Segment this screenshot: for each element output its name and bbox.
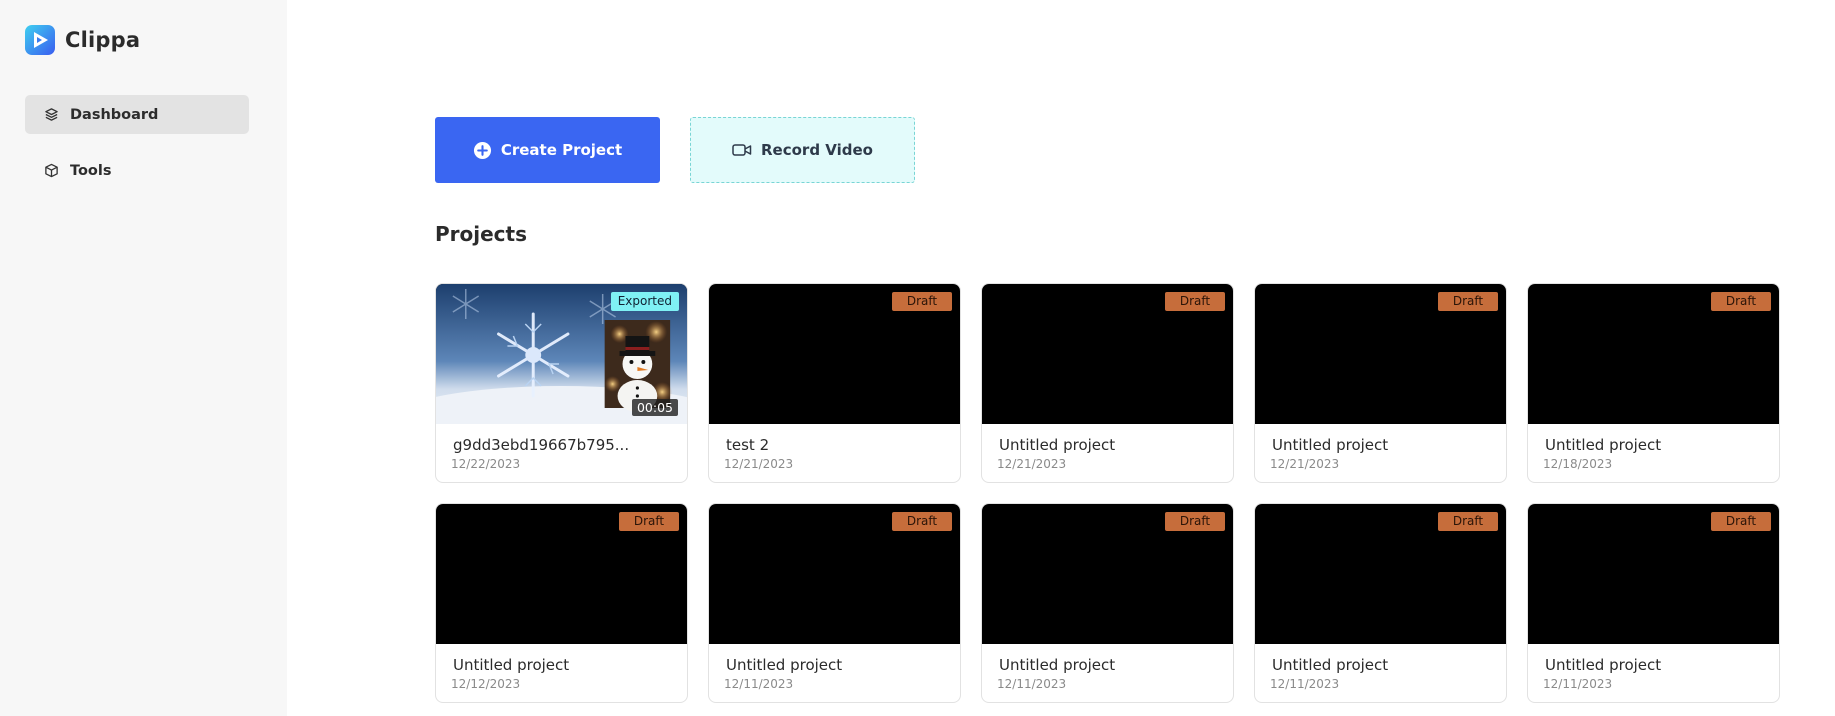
project-card[interactable]: Draft Untitled project 12/11/2023 [981,503,1234,703]
project-name: Untitled project [453,656,570,674]
project-thumbnail: Draft [436,504,687,644]
project-date: 12/12/2023 [451,677,521,691]
project-thumbnail: Draft [1528,504,1779,644]
project-thumbnail: Draft [709,504,960,644]
create-project-button[interactable]: Create Project [435,117,660,183]
project-card[interactable]: Draft Untitled project 12/21/2023 [1254,283,1507,483]
project-date: 12/21/2023 [1270,457,1340,471]
status-badge: Exported [610,292,679,311]
project-date: 12/11/2023 [1543,677,1613,691]
projects-heading: Projects [435,222,528,246]
video-camera-icon [732,142,752,158]
sidebar-item-tools[interactable]: Tools [25,151,249,190]
record-video-button[interactable]: Record Video [690,117,915,183]
project-thumbnail: Draft [1255,504,1506,644]
sidebar-item-label: Tools [70,162,112,179]
status-badge: Draft [1165,292,1225,311]
project-date: 12/11/2023 [1270,677,1340,691]
sidebar-item-dashboard[interactable]: Dashboard [25,95,249,134]
project-name: Untitled project [726,656,843,674]
project-card[interactable]: Draft test 2 12/21/2023 [708,283,961,483]
sidebar-item-label: Dashboard [70,106,159,123]
status-badge: Draft [1711,512,1771,531]
project-date: 12/11/2023 [997,677,1067,691]
status-badge: Draft [1165,512,1225,531]
project-name: Untitled project [1545,436,1662,454]
layers-icon [44,107,59,122]
sidebar: Clippa Dashboard Tools [0,0,287,716]
status-badge: Draft [892,512,952,531]
record-video-label: Record Video [761,141,873,159]
project-card[interactable]: Draft Untitled project 12/11/2023 [1527,503,1780,703]
plus-circle-icon [473,141,492,160]
project-name: Untitled project [1272,436,1389,454]
status-badge: Draft [892,292,952,311]
project-name: Untitled project [999,656,1116,674]
status-badge: Draft [1711,292,1771,311]
project-date: 12/11/2023 [724,677,794,691]
project-card[interactable]: Draft Untitled project 12/21/2023 [981,283,1234,483]
project-date: 12/22/2023 [451,457,521,471]
status-badge: Draft [619,512,679,531]
project-date: 12/18/2023 [1543,457,1613,471]
project-date: 12/21/2023 [997,457,1067,471]
project-thumbnail: Draft [1255,284,1506,424]
project-name: Untitled project [1272,656,1389,674]
clippa-logo-icon [25,25,55,55]
project-name: Untitled project [999,436,1116,454]
project-name: Untitled project [1545,656,1662,674]
cube-icon [44,163,59,178]
project-name: test 2 [726,436,770,454]
project-card[interactable]: Draft Untitled project 12/18/2023 [1527,283,1780,483]
project-card[interactable]: Exported 00:05 g9dd3ebd19667b795... 12/2… [435,283,688,483]
project-thumbnail: Draft [709,284,960,424]
main-content: Create Project Record Video Projects Exp… [287,0,1835,716]
project-date: 12/21/2023 [724,457,794,471]
duration-label: 00:05 [631,399,678,416]
create-project-label: Create Project [500,141,623,159]
brand[interactable]: Clippa [25,25,140,55]
status-badge: Draft [1438,512,1498,531]
projects-grid: Exported 00:05 g9dd3ebd19667b795... 12/2… [435,283,1780,703]
project-thumbnail: Draft [982,504,1233,644]
status-badge: Draft [1438,292,1498,311]
project-thumbnail: Exported 00:05 [436,284,687,424]
project-name: g9dd3ebd19667b795... [453,436,630,454]
project-card[interactable]: Draft Untitled project 12/11/2023 [708,503,961,703]
project-thumbnail: Draft [1528,284,1779,424]
project-thumbnail: Draft [982,284,1233,424]
project-card[interactable]: Draft Untitled project 12/11/2023 [1254,503,1507,703]
app-name: Clippa [65,28,141,52]
project-card[interactable]: Draft Untitled project 12/12/2023 [435,503,688,703]
